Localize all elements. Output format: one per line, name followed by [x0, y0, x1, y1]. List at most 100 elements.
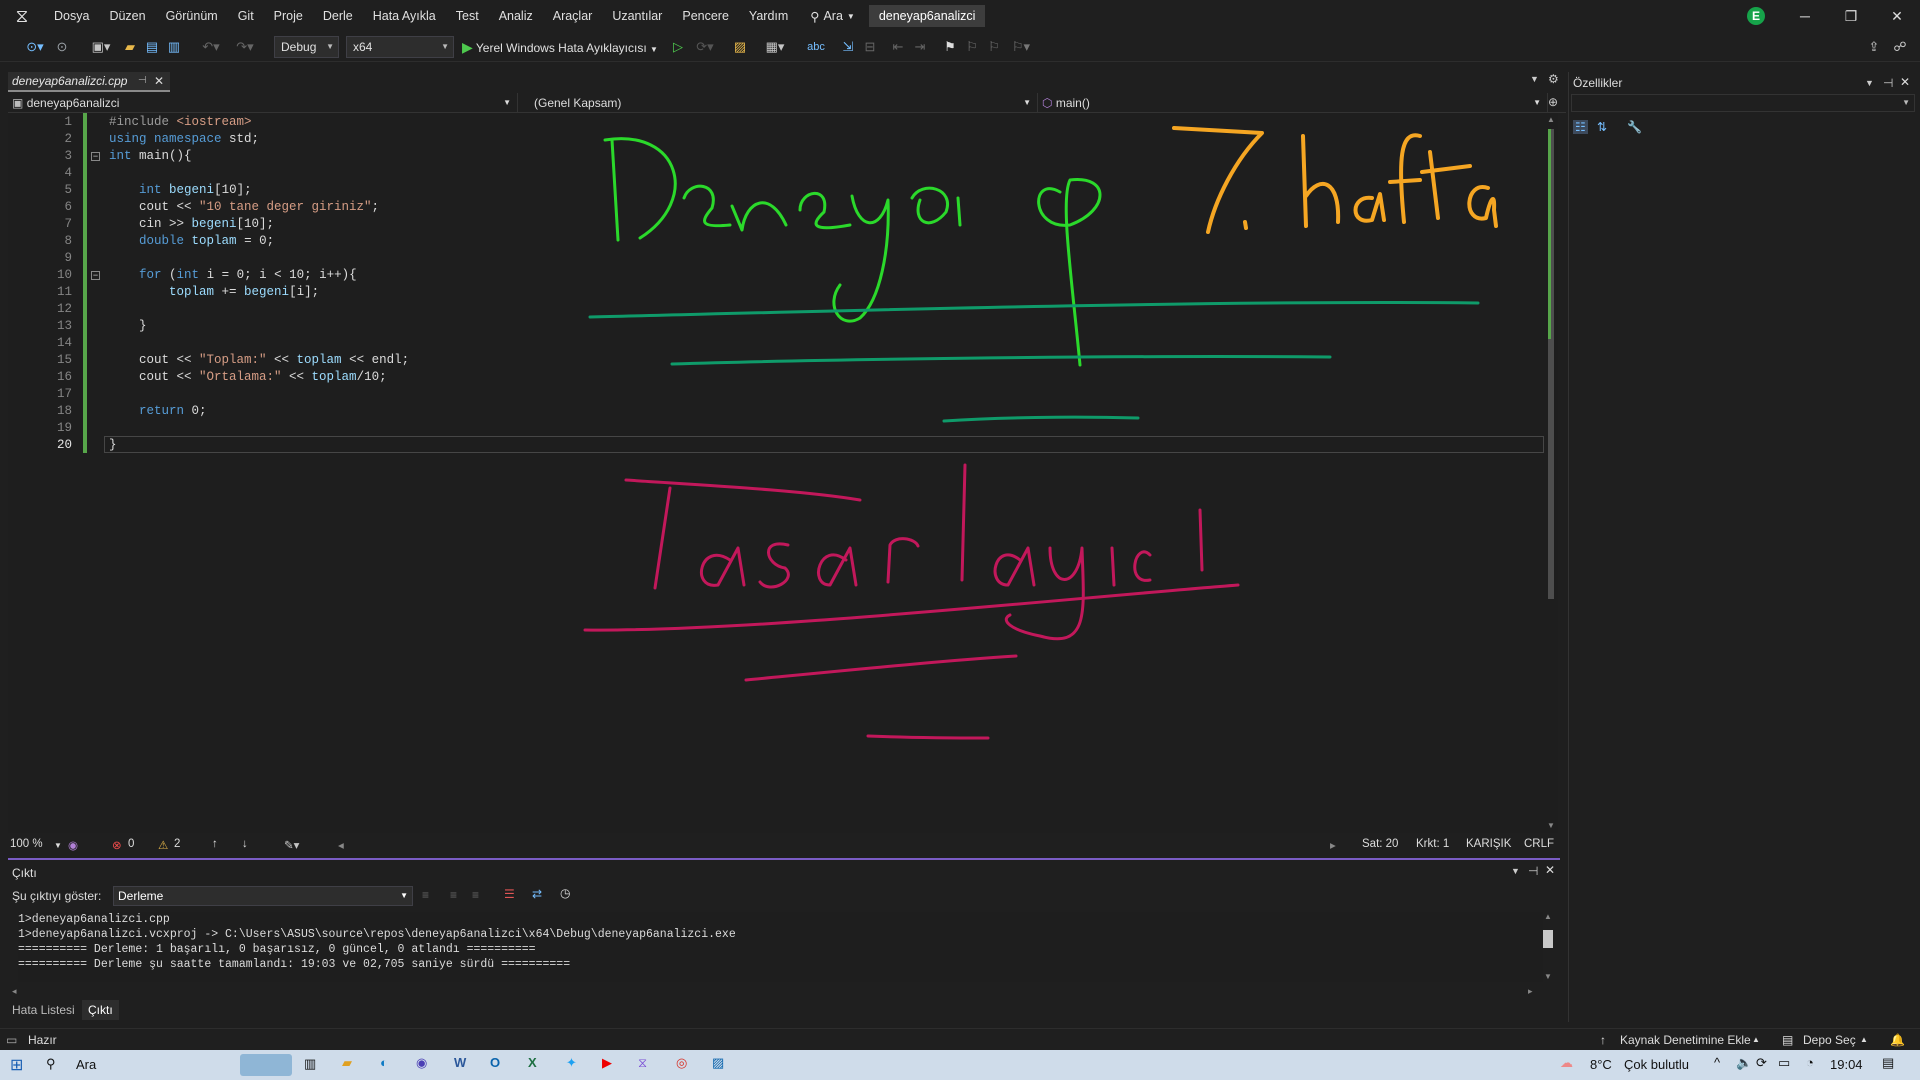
- weather-icon[interactable]: ☁: [1560, 1055, 1573, 1071]
- scroll-up-icon[interactable]: ▲: [1544, 912, 1552, 921]
- scroll-down-icon[interactable]: ▼: [1547, 821, 1555, 830]
- code-line[interactable]: }: [109, 318, 147, 335]
- code-line[interactable]: for (int i = 0; i < 10; i++){: [109, 267, 357, 284]
- close-icon[interactable]: ✕: [1874, 0, 1920, 32]
- comment-icon[interactable]: ⊟: [860, 37, 880, 57]
- restore-icon[interactable]: ❐: [1828, 0, 1874, 32]
- clock[interactable]: 19:04: [1830, 1057, 1863, 1072]
- search-highlight-image[interactable]: [240, 1054, 292, 1076]
- menu-help[interactable]: Yardım: [739, 0, 798, 32]
- configuration-select[interactable]: Debug ▼: [274, 36, 339, 58]
- warning-count[interactable]: 2: [174, 838, 180, 850]
- menu-edit[interactable]: Düzen: [99, 0, 155, 32]
- zoom-level[interactable]: 100 %: [10, 838, 43, 850]
- chrome-icon[interactable]: ◎: [676, 1055, 687, 1071]
- start-without-debugging-icon[interactable]: ▷: [668, 37, 688, 57]
- new-item-icon[interactable]: ▣▾: [86, 37, 116, 57]
- editor-vertical-scrollbar[interactable]: ▲ ▼: [1545, 113, 1558, 833]
- undo-icon[interactable]: ↶▾: [196, 37, 226, 57]
- warning-icon[interactable]: ⚠: [158, 838, 168, 852]
- close-tab-icon[interactable]: ✕: [154, 72, 164, 90]
- code-line[interactable]: cout << "Toplam:" << toplam << endl;: [109, 352, 409, 369]
- project-dropdown[interactable]: ▣ deneyap6analizci ▼: [8, 93, 518, 113]
- timestamp-icon[interactable]: ◷: [560, 886, 570, 900]
- close-panel-icon[interactable]: ✕: [1900, 75, 1910, 89]
- code-line[interactable]: cout << "10 tane deger giriniz";: [109, 199, 379, 216]
- start-debugging-button[interactable]: ▶ Yerel Windows Hata Ayıklayıcısı ▼: [462, 37, 670, 57]
- taskbar-search-icon[interactable]: ⚲: [46, 1056, 56, 1072]
- menu-analyze[interactable]: Analiz: [489, 0, 543, 32]
- next-issue-icon[interactable]: ↓: [242, 838, 248, 850]
- code-editor[interactable]: 1 2 3 4 5 6 7 8 9 10 11 12 13 14 15 16 17 18 19 20 #include…: [8, 113, 1558, 833]
- hot-reload-icon[interactable]: ⟳▾: [692, 37, 718, 57]
- avatar[interactable]: E: [1747, 7, 1765, 25]
- minimize-icon[interactable]: ─: [1782, 0, 1828, 32]
- select-repository[interactable]: Depo Seç: [1803, 1033, 1856, 1047]
- app-icon[interactable]: ◉: [416, 1055, 427, 1071]
- alphabetical-icon[interactable]: ⇅: [1597, 120, 1607, 134]
- speaker-icon[interactable]: 🔈: [1736, 1055, 1752, 1071]
- notification-output-icon[interactable]: ▭: [6, 1033, 17, 1047]
- chevron-down-icon[interactable]: ▼: [54, 841, 62, 850]
- search-menu[interactable]: ⚲ Ara ▼: [810, 9, 855, 24]
- line-indicator[interactable]: Sat: 20: [1362, 838, 1398, 850]
- code-line[interactable]: int main(){: [109, 148, 192, 165]
- outdent-icon[interactable]: ⇥: [910, 37, 930, 57]
- feedback-icon[interactable]: ☍: [1890, 37, 1910, 57]
- scroll-left-icon[interactable]: ◂: [12, 986, 17, 997]
- member-dropdown[interactable]: ⬡ main() ▼: [1038, 93, 1548, 113]
- indent-icon[interactable]: ⇤: [888, 37, 908, 57]
- excel-icon[interactable]: X: [528, 1055, 537, 1070]
- forward-icon[interactable]: ⊙: [52, 37, 72, 57]
- code-line[interactable]: return 0;: [109, 403, 207, 420]
- weather-temp[interactable]: 8°C: [1590, 1057, 1612, 1072]
- layout-icon[interactable]: ▦▾: [760, 37, 790, 57]
- code-line[interactable]: toplam += begeni[i];: [109, 284, 319, 301]
- panel-options-icon[interactable]: ▼: [1865, 78, 1874, 88]
- taskbar-search[interactable]: Ara: [76, 1057, 96, 1072]
- save-icon[interactable]: ▤: [142, 37, 162, 57]
- scrollbar-thumb[interactable]: [1543, 930, 1553, 948]
- scroll-down-icon[interactable]: ▼: [1544, 972, 1552, 981]
- pin-icon[interactable]: ⊣: [1528, 864, 1538, 878]
- source-control-up-icon[interactable]: ↑: [1600, 1033, 1606, 1047]
- fold-toggle-icon[interactable]: −: [91, 271, 100, 280]
- notifications-bell-icon[interactable]: 🔔: [1890, 1033, 1905, 1047]
- tab-overflow-icon[interactable]: ▼: [1530, 74, 1539, 84]
- word-wrap-icon[interactable]: ⇄: [532, 887, 542, 901]
- chevron-up-icon[interactable]: ▲: [1860, 1035, 1868, 1044]
- split-view-icon[interactable]: ⊕: [1548, 95, 1558, 109]
- menu-project[interactable]: Proje: [264, 0, 313, 32]
- windows-start-icon[interactable]: ⊞: [10, 1055, 23, 1075]
- code-cleanup-icon[interactable]: ✎▾: [284, 838, 299, 852]
- notification-center-icon[interactable]: ▤: [1882, 1055, 1894, 1071]
- save-all-icon[interactable]: ▥: [164, 37, 184, 57]
- output-vertical-scrollbar[interactable]: ▲ ▼: [1542, 912, 1554, 982]
- network-sync-icon[interactable]: ⟳: [1756, 1055, 1767, 1071]
- intellicode-icon[interactable]: ◉: [68, 838, 78, 852]
- fold-toggle-icon[interactable]: −: [91, 152, 100, 161]
- live-share-icon[interactable]: ⇪: [1864, 37, 1884, 57]
- code-line[interactable]: cin >> begeni[10];: [109, 216, 274, 233]
- error-count[interactable]: 0: [128, 838, 134, 850]
- previous-message-icon[interactable]: ≡: [450, 888, 457, 902]
- add-to-source-control[interactable]: Kaynak Denetimine Ekle: [1620, 1033, 1751, 1047]
- categorized-icon[interactable]: ☷: [1573, 120, 1588, 134]
- code-line[interactable]: double toplam = 0;: [109, 233, 274, 250]
- word-icon[interactable]: W: [454, 1055, 466, 1070]
- menu-tools[interactable]: Araçlar: [543, 0, 603, 32]
- tab-deneyap6analizci-cpp[interactable]: deneyap6analizci.cpp ⊣ ✕: [8, 72, 170, 92]
- error-icon[interactable]: ⊗: [112, 838, 122, 852]
- edge-icon[interactable]: ◐: [380, 1055, 388, 1070]
- file-explorer-icon[interactable]: ▰: [342, 1055, 352, 1071]
- scope-dropdown[interactable]: (Genel Kapsam) ▼: [530, 93, 1038, 113]
- task-view-icon[interactable]: ▥: [304, 1056, 316, 1072]
- scroll-right-icon[interactable]: ▸: [1528, 986, 1533, 997]
- redo-icon[interactable]: ↷▾: [230, 37, 260, 57]
- clear-all-icon[interactable]: ☰: [504, 887, 515, 901]
- wifi-icon[interactable]: ◔: [1806, 1055, 1814, 1070]
- scroll-right-icon[interactable]: ▸: [1330, 838, 1336, 852]
- prev-bookmark-icon[interactable]: ⚐: [962, 37, 982, 57]
- code-line[interactable]: int begeni[10];: [109, 182, 252, 199]
- find-message-icon[interactable]: ≡: [422, 888, 429, 902]
